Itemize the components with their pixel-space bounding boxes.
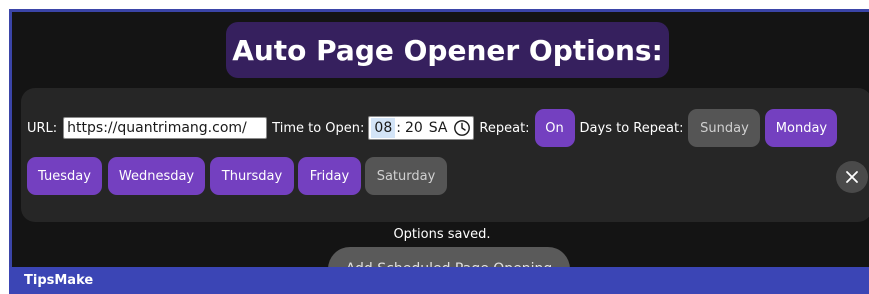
page-title: Auto Page Opener Options: <box>226 22 669 78</box>
schedule-row-days: Tuesday Wednesday Thursday Friday Saturd… <box>27 157 447 195</box>
time-hour-field[interactable]: 08 <box>371 118 396 138</box>
time-period-field[interactable]: SA <box>426 120 451 136</box>
close-icon <box>846 171 858 183</box>
day-button-wednesday[interactable]: Wednesday <box>108 157 205 195</box>
repeat-label: Repeat: <box>479 120 530 136</box>
url-label: URL: <box>27 120 58 136</box>
time-label: Time to Open: <box>272 120 365 136</box>
repeat-toggle-button[interactable]: On <box>534 109 575 147</box>
schedule-entry-panel: URL: https://quantrimang.com/ Time to Op… <box>21 88 869 222</box>
brand-footer-bar: TipsMake <box>9 267 869 294</box>
day-button-monday[interactable]: Monday <box>765 109 838 147</box>
day-button-thursday[interactable]: Thursday <box>210 157 294 195</box>
time-minute-field[interactable]: 20 <box>402 120 426 136</box>
brand-label: TipsMake <box>24 273 94 288</box>
day-button-saturday[interactable]: Saturday <box>365 157 447 195</box>
time-input[interactable]: 08 : 20 SA <box>368 116 475 140</box>
time-separator: : <box>396 120 401 136</box>
schedule-row-primary: URL: https://quantrimang.com/ Time to Op… <box>27 109 838 147</box>
days-to-repeat-label: Days to Repeat: <box>579 120 684 136</box>
clock-icon[interactable] <box>453 119 471 137</box>
url-input[interactable]: https://quantrimang.com/ <box>63 117 268 139</box>
remove-entry-button[interactable] <box>836 161 868 193</box>
day-button-sunday[interactable]: Sunday <box>688 109 761 147</box>
day-button-friday[interactable]: Friday <box>298 157 361 195</box>
day-button-tuesday[interactable]: Tuesday <box>27 157 102 195</box>
status-message: Options saved. <box>393 227 491 242</box>
options-window: Auto Page Opener Options: URL: https://q… <box>9 9 869 294</box>
